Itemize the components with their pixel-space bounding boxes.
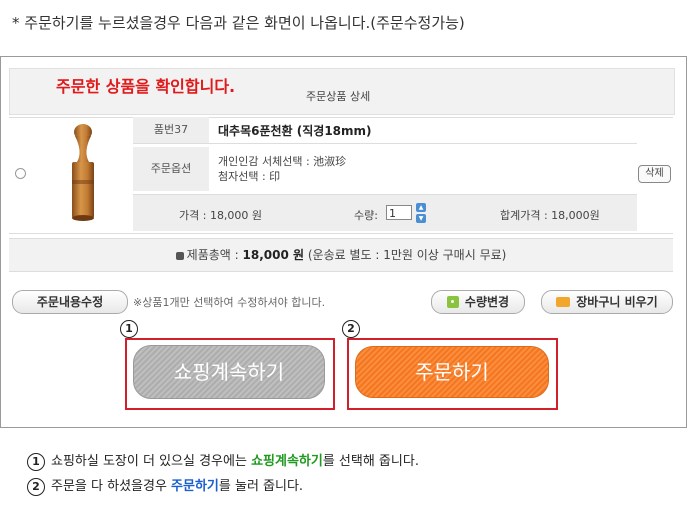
item-code-label: 품번37 bbox=[133, 117, 209, 143]
detail-title: 주문상품 상세 bbox=[306, 90, 371, 103]
option-line-2: 첨자선택 : 印 bbox=[218, 170, 281, 183]
footnote-marker-2: 2 bbox=[27, 478, 45, 496]
item-select-radio[interactable] bbox=[15, 168, 26, 179]
bullet-icon bbox=[175, 252, 184, 260]
edit-note: ※상품1개만 선택하여 수정하셔야 합니다. bbox=[133, 296, 326, 309]
footnote-1: 1 쇼핑하실 도장이 더 있으실 경우에는 쇼핑계속하기를 선택해 줍니다. bbox=[27, 450, 419, 471]
marker-1: 1 bbox=[120, 320, 138, 338]
chevron-up-icon[interactable]: ▲ bbox=[416, 203, 426, 212]
qty-label: 수량: bbox=[354, 209, 378, 222]
footnote-1-pre: 쇼핑하실 도장이 더 있으실 경우에는 bbox=[51, 454, 252, 469]
change-qty-button[interactable]: 수량변경 bbox=[431, 290, 525, 314]
confirm-text: 주문한 상품을 확인합니다. bbox=[56, 77, 236, 96]
empty-cart-label: 장바구니 비우기 bbox=[576, 295, 658, 309]
total-prefix: 제품총액 : bbox=[186, 248, 243, 262]
footnote-2-pre: 주문을 다 하셨을경우 bbox=[51, 479, 172, 494]
total-amount: 18,000 원 bbox=[242, 248, 305, 262]
shipping-note: (운송료 별도 : 1만원 이상 구매시 무료) bbox=[304, 248, 507, 262]
continue-shopping-button[interactable]: 쇼핑계속하기 bbox=[133, 345, 325, 399]
place-order-button[interactable]: 주문하기 bbox=[355, 346, 549, 398]
empty-cart-button[interactable]: 장바구니 비우기 bbox=[541, 290, 673, 314]
unit-price: 가격 : 18,000 원 bbox=[179, 209, 263, 222]
qty-input[interactable]: 1 bbox=[386, 205, 412, 220]
line-total: 합계가격 : 18,000원 bbox=[500, 209, 600, 222]
footnote-marker-1: 1 bbox=[27, 453, 45, 471]
marker-2: 2 bbox=[342, 320, 360, 338]
footnote-2: 2 주문을 다 하셨을경우 주문하기를 눌러 줍니다. bbox=[27, 475, 303, 496]
chevron-down-icon[interactable]: ▼ bbox=[416, 214, 426, 223]
edit-order-button[interactable]: 주문내용수정 bbox=[12, 290, 128, 314]
box-icon bbox=[556, 297, 571, 307]
qty-stepper[interactable]: ▲ ▼ bbox=[416, 203, 426, 223]
option-line-1: 개인인감 서체선택 : 池淑珍 bbox=[218, 155, 347, 168]
footnote-2-post: 를 눌러 줍니다. bbox=[218, 479, 304, 494]
top-note: * 주문하기를 누르셨을경우 다음과 같은 화면이 나옵니다.(주문수정가능) bbox=[12, 14, 465, 32]
change-qty-label: 수량변경 bbox=[464, 295, 510, 309]
option-label: 주문옵션 bbox=[133, 147, 209, 191]
stamp-product-image bbox=[72, 124, 94, 221]
dice-icon bbox=[446, 296, 459, 308]
footnote-1-post: 를 선택해 줍니다. bbox=[322, 454, 419, 469]
delete-button[interactable]: 삭제 bbox=[638, 165, 671, 183]
footnote-2-highlight: 주문하기 bbox=[171, 479, 219, 494]
order-total-bar: 제품총액 : 18,000 원 (운송료 별도 : 1만원 이상 구매시 무료) bbox=[9, 238, 673, 272]
product-name: 대추목6푼천환 (직경18mm) bbox=[218, 124, 372, 138]
footnote-1-highlight: 쇼핑계속하기 bbox=[251, 454, 323, 469]
